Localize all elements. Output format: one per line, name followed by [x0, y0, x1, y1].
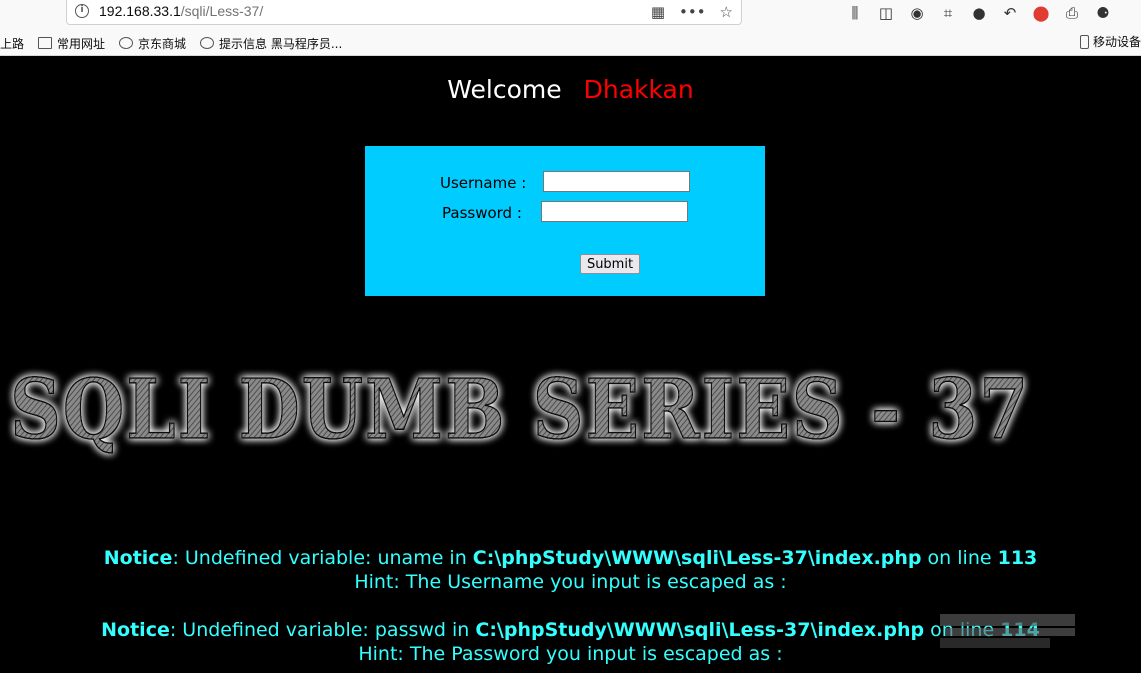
site-info-icon[interactable]: i — [75, 4, 89, 18]
notice-prefix: Notice — [101, 619, 170, 641]
mobile-bookmarks[interactable]: 移动设备 — [1079, 33, 1141, 50]
bookmark-item[interactable]: 京东商城 — [119, 35, 186, 52]
library-icon[interactable]: ⫼ — [846, 4, 864, 22]
blurred-region — [940, 614, 1075, 648]
bookmark-item[interactable]: 提示信息 黑马程序员... — [200, 35, 342, 52]
bookmark-label: 提示信息 黑马程序员... — [219, 36, 343, 51]
password-input[interactable] — [541, 201, 688, 222]
browser-chrome: i 192.168.33.1/sqli/Less-37/ ▦ ••• ☆ ⫼ ◫… — [0, 0, 1141, 56]
bookmarks-bar: 上路 常用网址 京东商城 提示信息 黑马程序员... — [0, 33, 356, 53]
notice-prefix: Notice — [103, 547, 173, 569]
more-dots-icon[interactable]: ••• — [679, 3, 706, 21]
folder-icon — [38, 37, 53, 49]
account-icon[interactable]: ◉ — [908, 4, 926, 22]
star-icon[interactable]: ☆ — [720, 3, 733, 21]
notice-uname: Notice: Undefined variable: uname in C:\… — [0, 547, 1141, 569]
submit-button[interactable]: Submit — [580, 254, 640, 274]
toolbar-icons: ⫼ ◫ ◉ ⌗ ● ↶ ⬤ ⎙ ⚈ — [846, 4, 1112, 22]
chat-icon[interactable]: ● — [970, 4, 988, 22]
qr-code-icon[interactable]: ▦ — [651, 3, 665, 21]
sqli-dumb-series-banner: SQLI DUMB SERIES - 37 — [9, 361, 1030, 459]
notice-path: C:\phpStudy\WWW\sqli\Less-37\index.php — [472, 547, 922, 569]
globe-icon — [119, 37, 134, 49]
hint-username: Hint: The Username you input is escaped … — [354, 571, 787, 593]
crop-icon[interactable]: ⌗ — [939, 4, 957, 22]
bookmark-label: 上路 — [0, 36, 25, 51]
login-form: Username : Password : Submit — [365, 146, 765, 296]
address-bar[interactable]: i 192.168.33.1/sqli/Less-37/ ▦ ••• ☆ — [66, 0, 742, 25]
welcome-label: Welcome — [447, 75, 562, 104]
welcome-name: Dhakkan — [583, 75, 694, 104]
extensions-icon[interactable]: ⚈ — [1094, 4, 1112, 22]
notice-path: C:\phpStudy\WWW\sqli\Less-37\index.php — [475, 619, 925, 641]
notice-line-label: on line — [921, 547, 998, 569]
welcome-heading: Welcome Dhakkan — [0, 75, 1141, 104]
bookmark-label: 京东商城 — [138, 36, 187, 51]
refresh-globe-icon — [200, 37, 215, 49]
notice-message: : Undefined variable: passwd in — [169, 619, 476, 641]
notice-line-number: 113 — [997, 547, 1038, 569]
url-text[interactable]: 192.168.33.1/sqli/Less-37/ — [99, 3, 263, 19]
bookmark-item[interactable]: 上路 — [0, 35, 24, 52]
location-icon[interactable]: ⬤ — [1032, 4, 1050, 22]
password-label: Password : — [442, 204, 522, 222]
username-input[interactable] — [543, 171, 690, 192]
sidebar-icon[interactable]: ◫ — [877, 4, 895, 22]
url-path: /sqli/Less-37/ — [180, 3, 264, 19]
phone-icon — [1079, 34, 1089, 49]
notice-message: : Undefined variable: uname in — [172, 547, 473, 569]
undo-icon[interactable]: ↶ — [1001, 4, 1019, 22]
url-host: 192.168.33.1 — [99, 3, 181, 19]
bookmark-item[interactable]: 常用网址 — [38, 35, 105, 52]
mobile-bookmarks-label: 移动设备 — [1092, 35, 1141, 49]
print-icon[interactable]: ⎙ — [1063, 4, 1081, 22]
banner-text: SQLI DUMB SERIES - 37 — [10, 362, 1030, 458]
username-label: Username : — [440, 174, 527, 192]
url-actions: ▦ ••• ☆ — [651, 3, 733, 21]
bookmark-label: 常用网址 — [57, 36, 106, 51]
